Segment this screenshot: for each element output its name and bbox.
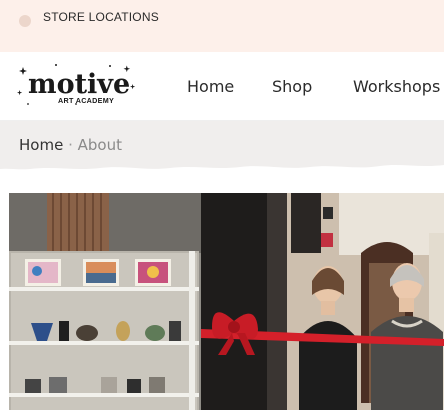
ribbon-cutting-photo bbox=[9, 193, 444, 410]
store-locations-link[interactable]: STORE LOCATIONS bbox=[43, 10, 159, 24]
nav-home[interactable]: Home bbox=[187, 77, 234, 96]
breadcrumb-current: About bbox=[77, 136, 122, 154]
breadcrumb: Home · About bbox=[19, 136, 122, 154]
torn-edge-divider bbox=[0, 158, 444, 170]
motive-logo[interactable]: motive ART ACADEMY bbox=[16, 60, 138, 112]
main-navbar: motive ART ACADEMY Home Shop Workshops bbox=[0, 52, 444, 121]
top-utility-bar: STORE LOCATIONS bbox=[0, 0, 444, 52]
nav-workshops[interactable]: Workshops bbox=[353, 77, 440, 96]
breadcrumb-home-link[interactable]: Home bbox=[19, 136, 63, 154]
logo-tagline: ART ACADEMY bbox=[58, 96, 114, 105]
breadcrumb-separator: · bbox=[63, 136, 78, 154]
location-dot-icon bbox=[19, 15, 31, 27]
nav-shop[interactable]: Shop bbox=[272, 77, 312, 96]
